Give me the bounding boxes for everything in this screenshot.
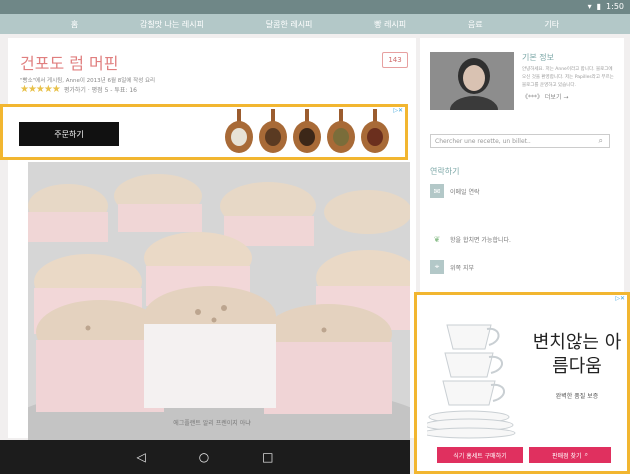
feed-link[interactable]: ❦ 항을 합치면 가능합니다. [430, 232, 511, 246]
wifi-icon: ▾ [587, 2, 592, 11]
search-icon: ⌕ [584, 451, 588, 458]
map-pin-icon: ⌖ [430, 260, 444, 274]
post-title[interactable]: 건포도 럼 머핀 [20, 50, 119, 74]
recents-icon[interactable]: □ [262, 450, 273, 464]
nav-item-other[interactable]: 기타 [544, 19, 559, 30]
nav-item-bread[interactable]: 빵 레시피 [374, 19, 406, 30]
status-time: 1:50 [606, 2, 624, 11]
comment-count-badge[interactable]: 143 [382, 52, 408, 68]
ad-headline: 변치않는 아름다움 [532, 332, 622, 377]
muffin-illustration [28, 162, 410, 452]
rating-stars[interactable]: ★★★★★ [20, 84, 61, 95]
ad-choices-icon[interactable]: ▷✕ [615, 295, 625, 302]
profile-photo [430, 52, 514, 110]
email-contact-link[interactable]: ✉ 이메일 연락 [430, 184, 480, 198]
right-ad-banner[interactable]: 변치않는 아름다움 완벽한 품질 보증 식기 홈세트 구매하기 판매점 찾기 ⌕… [414, 292, 630, 474]
email-label: 이메일 연락 [450, 188, 480, 196]
profile-portrait [430, 52, 514, 110]
sidebar: 기본 정보 안녕하세요. 저는 Anne이라고 합니다. 블로그에 오신 것을 … [420, 38, 624, 298]
top-ad-banner[interactable]: 주문하기 ▷✕ [0, 104, 408, 160]
android-nav-bar: ◁ ○ □ [0, 440, 410, 474]
find-store-button[interactable]: 판매점 찾기 ⌕ [529, 447, 611, 463]
muffin-photo [28, 162, 410, 452]
ad-subline: 완벽한 품질 보증 [555, 393, 599, 400]
nav-item-sweet[interactable]: 달콤한 레시피 [266, 19, 313, 30]
location-label: 위쪽 지부 [450, 264, 474, 272]
search-icon[interactable]: ⌕ [599, 136, 603, 146]
ad-choices-icon[interactable]: ▷✕ [393, 107, 403, 114]
leaf-icon: ❦ [430, 232, 444, 246]
profile-title: 기본 정보 [522, 53, 554, 62]
post-card: 건포도 럼 머핀 "빵소"에서 게시됨, Anne이 2013년 6월 8일에 … [8, 38, 416, 452]
find-store-label: 판매점 찾기 [552, 452, 582, 460]
photo-caption: 에그플랜트 알리 프렌이지 아냐 [173, 420, 251, 427]
search-input[interactable]: Chercher une recette, un billet.. ⌕ [430, 134, 610, 148]
nav-item-savory[interactable]: 감칠맛 나는 레시피 [140, 19, 204, 30]
order-button[interactable]: 주문하기 [19, 122, 119, 146]
status-bar: ▾ ▮ 1:50 [0, 0, 630, 14]
battery-icon: ▮ [596, 2, 602, 11]
rating-row: ★★★★★ 평가하기 · 평점 5 - 투표: 16 [20, 84, 137, 95]
more-link[interactable]: 《***》 더보기 → [522, 92, 568, 101]
nav-item-drinks[interactable]: 음료 [468, 19, 483, 30]
post-meta: "빵소"에서 게시됨, Anne이 2013년 6월 8일에 작성 요리 [20, 78, 156, 84]
feed-label: 항을 합치면 가능합니다. [450, 236, 511, 244]
mail-icon: ✉ [430, 184, 444, 198]
spice-spoons-image [225, 109, 389, 153]
profile-text: 안녕하세요. 저는 Anne이라고 합니다. 블로그에 오신 것을 환영합니다.… [522, 67, 614, 88]
contact-title: 연락하기 [430, 167, 460, 176]
nav-item-home[interactable]: 홈 [71, 19, 78, 30]
stacked-cups-image [427, 324, 516, 439]
buy-tableware-button[interactable]: 식기 홈세트 구매하기 [437, 447, 523, 463]
status-icons: ▾ ▮ 1:50 [588, 2, 624, 11]
home-icon[interactable]: ○ [199, 450, 209, 464]
buy-tableware-label: 식기 홈세트 구매하기 [453, 452, 507, 460]
location-link[interactable]: ⌖ 위쪽 지부 [430, 260, 474, 274]
site-nav: 홈 감칠맛 나는 레시피 달콤한 레시피 빵 레시피 음료 기타 [0, 14, 630, 34]
search-placeholder: Chercher une recette, un billet.. [435, 138, 531, 145]
back-icon[interactable]: ◁ [136, 450, 145, 464]
rating-text: 평가하기 · 평점 5 - 투표: 16 [63, 87, 137, 94]
